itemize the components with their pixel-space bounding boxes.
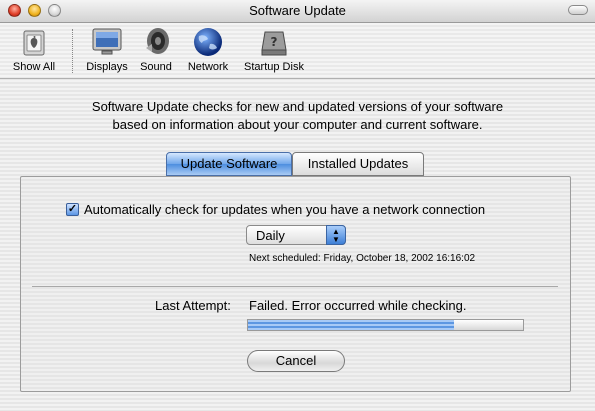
progress-bar (247, 319, 524, 331)
toolbar-label: Network (187, 61, 229, 73)
toolbar-sound[interactable]: Sound (136, 26, 176, 73)
title-bar: Software Update (0, 0, 595, 23)
toolbar-network[interactable]: Network (181, 26, 235, 73)
hard-disk-icon: ? (256, 26, 292, 58)
tab-installed-updates[interactable]: Installed Updates (292, 152, 424, 176)
description-line: based on information about your computer… (112, 117, 483, 132)
toolbar-label: Show All (12, 61, 56, 73)
next-scheduled-text: Next scheduled: Friday, October 18, 2002… (249, 253, 476, 264)
toolbar: Show All Displays Sound Network ? Startu… (0, 23, 595, 79)
last-attempt-value: Failed. Error occurred while checking. (249, 298, 467, 313)
monitor-icon (89, 26, 125, 58)
window-title: Software Update (249, 3, 346, 18)
description-text: Software Update checks for new and updat… (0, 98, 595, 134)
divider (32, 286, 558, 287)
cancel-button[interactable]: Cancel (247, 350, 345, 372)
toolbar-startup-disk[interactable]: ? Startup Disk (239, 26, 309, 73)
frequency-popup[interactable]: Daily ▲ ▼ (246, 225, 346, 245)
toolbar-label: Sound (140, 61, 172, 73)
svg-text:?: ? (271, 35, 278, 49)
apple-switch-icon (16, 26, 52, 58)
toolbar-separator (72, 29, 73, 73)
tab-update-software[interactable]: Update Software (166, 152, 292, 176)
software-update-window: Software Update Show All Displays Sound … (0, 0, 595, 411)
description-line: Software Update checks for new and updat… (91, 99, 504, 114)
toolbar-toggle-button[interactable] (568, 5, 588, 15)
globe-icon (190, 26, 226, 58)
toolbar-show-all[interactable]: Show All (8, 26, 60, 73)
speaker-icon (138, 26, 174, 58)
frequency-value: Daily (256, 228, 285, 243)
auto-check-label[interactable]: Automatically check for updates when you… (84, 202, 485, 217)
updown-arrows-icon: ▲ ▼ (326, 225, 346, 245)
toolbar-label: Startup Disk (244, 61, 304, 73)
last-attempt-label: Last Attempt: (155, 298, 231, 313)
auto-check-checkbox[interactable]: ✓ (66, 203, 79, 216)
toolbar-label: Displays (86, 61, 128, 73)
progress-bar-fill (248, 320, 455, 330)
toolbar-displays[interactable]: Displays (82, 26, 132, 73)
